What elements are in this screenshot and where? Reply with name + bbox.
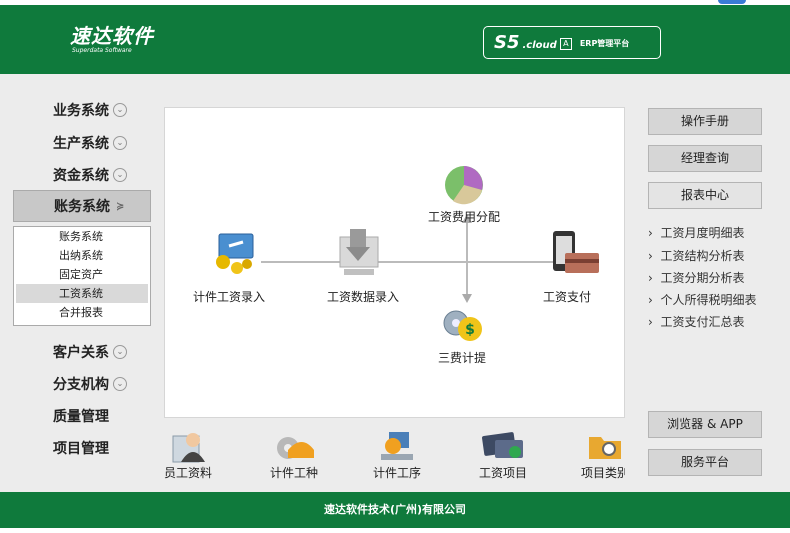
- sidebar-item-branches[interactable]: 分支机构 ⌄: [53, 374, 127, 394]
- employee-info-icon[interactable]: [169, 428, 209, 464]
- report-link-payment-summary[interactable]: › 工资支付汇总表: [648, 313, 744, 330]
- sidebar-item-label: 项目管理: [53, 441, 109, 457]
- node-piece-wage-entry[interactable]: 计件工资录入: [193, 288, 265, 305]
- folder-icon[interactable]: [587, 431, 623, 461]
- bottom-item-wage-item[interactable]: 工资项目: [479, 464, 527, 481]
- sidebar-item-label: 业务系统: [53, 103, 109, 119]
- browser-app-button[interactable]: 浏览器 & APP: [648, 411, 762, 438]
- sidebar-item-label: 分支机构: [53, 377, 109, 393]
- pie-chart-icon[interactable]: [443, 164, 485, 206]
- sidebar-item-label: 生产系统: [53, 136, 109, 152]
- manager-query-button[interactable]: 经理查询: [648, 145, 762, 172]
- bottom-item-project-category[interactable]: 项目类别: [581, 464, 625, 481]
- sidebar-item-label: 质量管理: [53, 409, 109, 425]
- sidebar-item-projects[interactable]: 项目管理: [53, 438, 109, 458]
- bottom-item-piece-work-type[interactable]: 计件工种: [270, 464, 318, 481]
- submenu-item-cashier[interactable]: 出纳系统: [16, 246, 148, 265]
- chevron-down-icon: ⌄: [113, 345, 127, 359]
- svg-text:$: $: [465, 322, 475, 338]
- accounting-submenu: 账务系统 出纳系统 固定资产 工资系统 合并报表: [13, 226, 151, 326]
- sidebar-item-quality[interactable]: 质量管理: [53, 406, 109, 426]
- submenu-item-fixed-assets[interactable]: 固定资产: [16, 265, 148, 284]
- brand-cloud: .cloud: [522, 40, 557, 51]
- sidebar-item-label: 客户关系: [53, 345, 109, 361]
- report-link-label: 个人所得税明细表: [660, 293, 757, 307]
- logo: 速达软件 Superdata Software: [70, 25, 154, 55]
- sidebar-item-accounting[interactable]: 账务系统 ≽: [13, 190, 151, 222]
- logo-cn-text: 速达软件: [70, 24, 154, 48]
- sidebar-item-crm[interactable]: 客户关系 ⌄: [53, 342, 127, 362]
- report-center-button[interactable]: 报表中心: [648, 182, 762, 209]
- erp-platform-badge: S5 .cloud A ERP管理平台: [483, 26, 661, 59]
- bottom-item-piece-process[interactable]: 计件工序: [373, 464, 421, 481]
- report-link-label: 工资分期分析表: [660, 271, 745, 285]
- node-wage-cost-allocation[interactable]: 工资费用分配: [428, 208, 500, 225]
- report-link-monthly[interactable]: › 工资月度明细表: [648, 224, 744, 241]
- bottom-item-employee-info[interactable]: 员工资料: [164, 464, 212, 481]
- piece-work-type-icon[interactable]: [274, 430, 316, 464]
- chevron-down-icon: ⌄: [113, 168, 127, 182]
- manual-button[interactable]: 操作手册: [648, 108, 762, 135]
- report-link-label: 工资结构分析表: [660, 249, 745, 263]
- footer: 速达软件技术(广州)有限公司: [0, 492, 790, 528]
- wage-item-icon[interactable]: [481, 430, 525, 462]
- node-wage-payment[interactable]: 工资支付: [543, 288, 591, 305]
- footer-company: 速达软件技术(广州)有限公司: [323, 503, 467, 516]
- brand-erp: ERP管理平台: [579, 39, 630, 48]
- sidebar-item-funds[interactable]: 资金系统 ⌄: [53, 165, 127, 185]
- three-fees-icon[interactable]: $: [440, 303, 484, 345]
- chevron-down-icon: ⌄: [113, 103, 127, 117]
- chevron-down-icon: ≽: [116, 200, 125, 212]
- brand-a-badge: A: [559, 37, 572, 50]
- chevron-down-icon: ⌄: [113, 377, 127, 391]
- report-link-label: 工资月度明细表: [660, 226, 745, 240]
- piece-wage-entry-icon[interactable]: [209, 232, 257, 276]
- service-platform-button[interactable]: 服务平台: [648, 449, 762, 476]
- wage-payment-icon[interactable]: [551, 229, 601, 277]
- app-header: 速达软件 Superdata Software S5 .cloud A ERP管…: [0, 5, 790, 74]
- sidebar-item-label: 资金系统: [53, 168, 109, 184]
- logo-en-text: Superdata Software: [72, 47, 132, 54]
- wage-data-entry-icon[interactable]: [338, 227, 382, 279]
- chevron-down-icon: ⌄: [113, 136, 127, 150]
- top-corner-tab: [718, 0, 746, 4]
- report-link-label: 工资支付汇总表: [660, 315, 745, 329]
- sidebar-item-label: 账务系统: [54, 199, 110, 215]
- node-wage-data-entry[interactable]: 工资数据录入: [327, 288, 399, 305]
- node-three-fees[interactable]: 三费计提: [438, 349, 486, 366]
- submenu-item-accounting[interactable]: 账务系统: [16, 227, 148, 246]
- sidebar-item-production[interactable]: 生产系统 ⌄: [53, 133, 127, 153]
- piece-process-icon[interactable]: [379, 428, 415, 464]
- submenu-item-consolidated[interactable]: 合并报表: [16, 303, 148, 322]
- sidebar-item-business[interactable]: 业务系统 ⌄: [53, 100, 127, 120]
- report-link-income-tax[interactable]: › 个人所得税明细表: [648, 291, 756, 308]
- submenu-item-payroll[interactable]: 工资系统: [16, 284, 148, 303]
- report-link-period[interactable]: › 工资分期分析表: [648, 269, 744, 286]
- brand-s5: S5: [494, 32, 520, 53]
- report-link-structure[interactable]: › 工资结构分析表: [648, 247, 744, 264]
